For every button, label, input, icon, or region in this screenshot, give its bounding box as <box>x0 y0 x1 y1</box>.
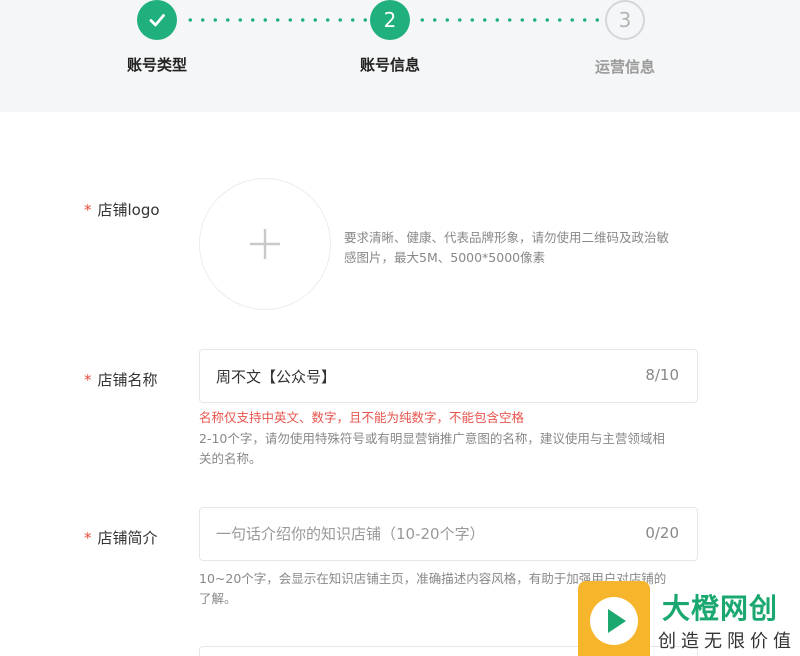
name-hint-line-2: 关的名称。 <box>199 451 262 466</box>
required-mark: * <box>84 371 92 389</box>
watermark-subtitle: 创造无限价值 <box>658 631 796 652</box>
plus-icon <box>250 229 280 259</box>
name-label-text: 店铺名称 <box>97 371 158 389</box>
name-hint: 2-10个字，请勿使用特殊符号或有明显营销推广意图的名称，建议使用与主营领域相 … <box>199 429 709 469</box>
play-icon <box>590 597 638 645</box>
logo-hint-line-2: 感图片，最大5M、5000*5000像素 <box>344 250 546 265</box>
logo-hint: 要求清晰、健康、代表品牌形象，请勿使用二维码及政治敏 感图片，最大5M、5000… <box>344 228 714 268</box>
logo-upload-button[interactable] <box>199 178 331 310</box>
step-1-circle <box>137 0 177 40</box>
step-3-circle: 3 <box>605 0 645 40</box>
check-icon <box>149 14 165 27</box>
name-hint-line-1: 2-10个字，请勿使用特殊符号或有明显营销推广意图的名称，建议使用与主营领域相 <box>199 431 665 446</box>
step-2-label: 账号信息 <box>359 56 420 74</box>
watermark-title: 大橙网创 <box>662 592 779 625</box>
intro-char-counter: 0/20 <box>645 524 679 542</box>
step-3-label: 运营信息 <box>594 58 655 76</box>
step-2-circle: 2 <box>370 0 410 40</box>
name-error-message: 名称仅支持中英文、数字，且不能为纯数字，不能包含空格 <box>199 410 525 425</box>
stepper: 账号类型 2 账号信息 3 运营信息 <box>0 0 800 112</box>
step-connector-1 <box>184 18 368 22</box>
intro-input-box: 0/20 <box>199 507 698 561</box>
name-input-box: 8/10 <box>199 349 698 403</box>
logo-hint-line-1: 要求清晰、健康、代表品牌形象，请勿使用二维码及政治敏 <box>344 230 670 245</box>
shop-name-input[interactable] <box>216 350 616 402</box>
logo-field-label: * 店铺logo <box>84 199 160 220</box>
name-char-counter: 8/10 <box>645 366 679 384</box>
required-mark: * <box>84 201 92 219</box>
watermark: 大橙网创 创造无限价值 <box>578 581 800 656</box>
intro-field-label: * 店铺简介 <box>84 527 158 548</box>
step-1-label: 账号类型 <box>126 56 187 74</box>
logo-label-text: 店铺logo <box>97 201 160 219</box>
shop-intro-input[interactable] <box>216 508 616 560</box>
step-connector-2 <box>416 18 602 22</box>
intro-label-text: 店铺简介 <box>97 529 158 547</box>
required-mark: * <box>84 529 92 547</box>
watermark-logo <box>578 581 650 656</box>
name-field-label: * 店铺名称 <box>84 369 158 390</box>
